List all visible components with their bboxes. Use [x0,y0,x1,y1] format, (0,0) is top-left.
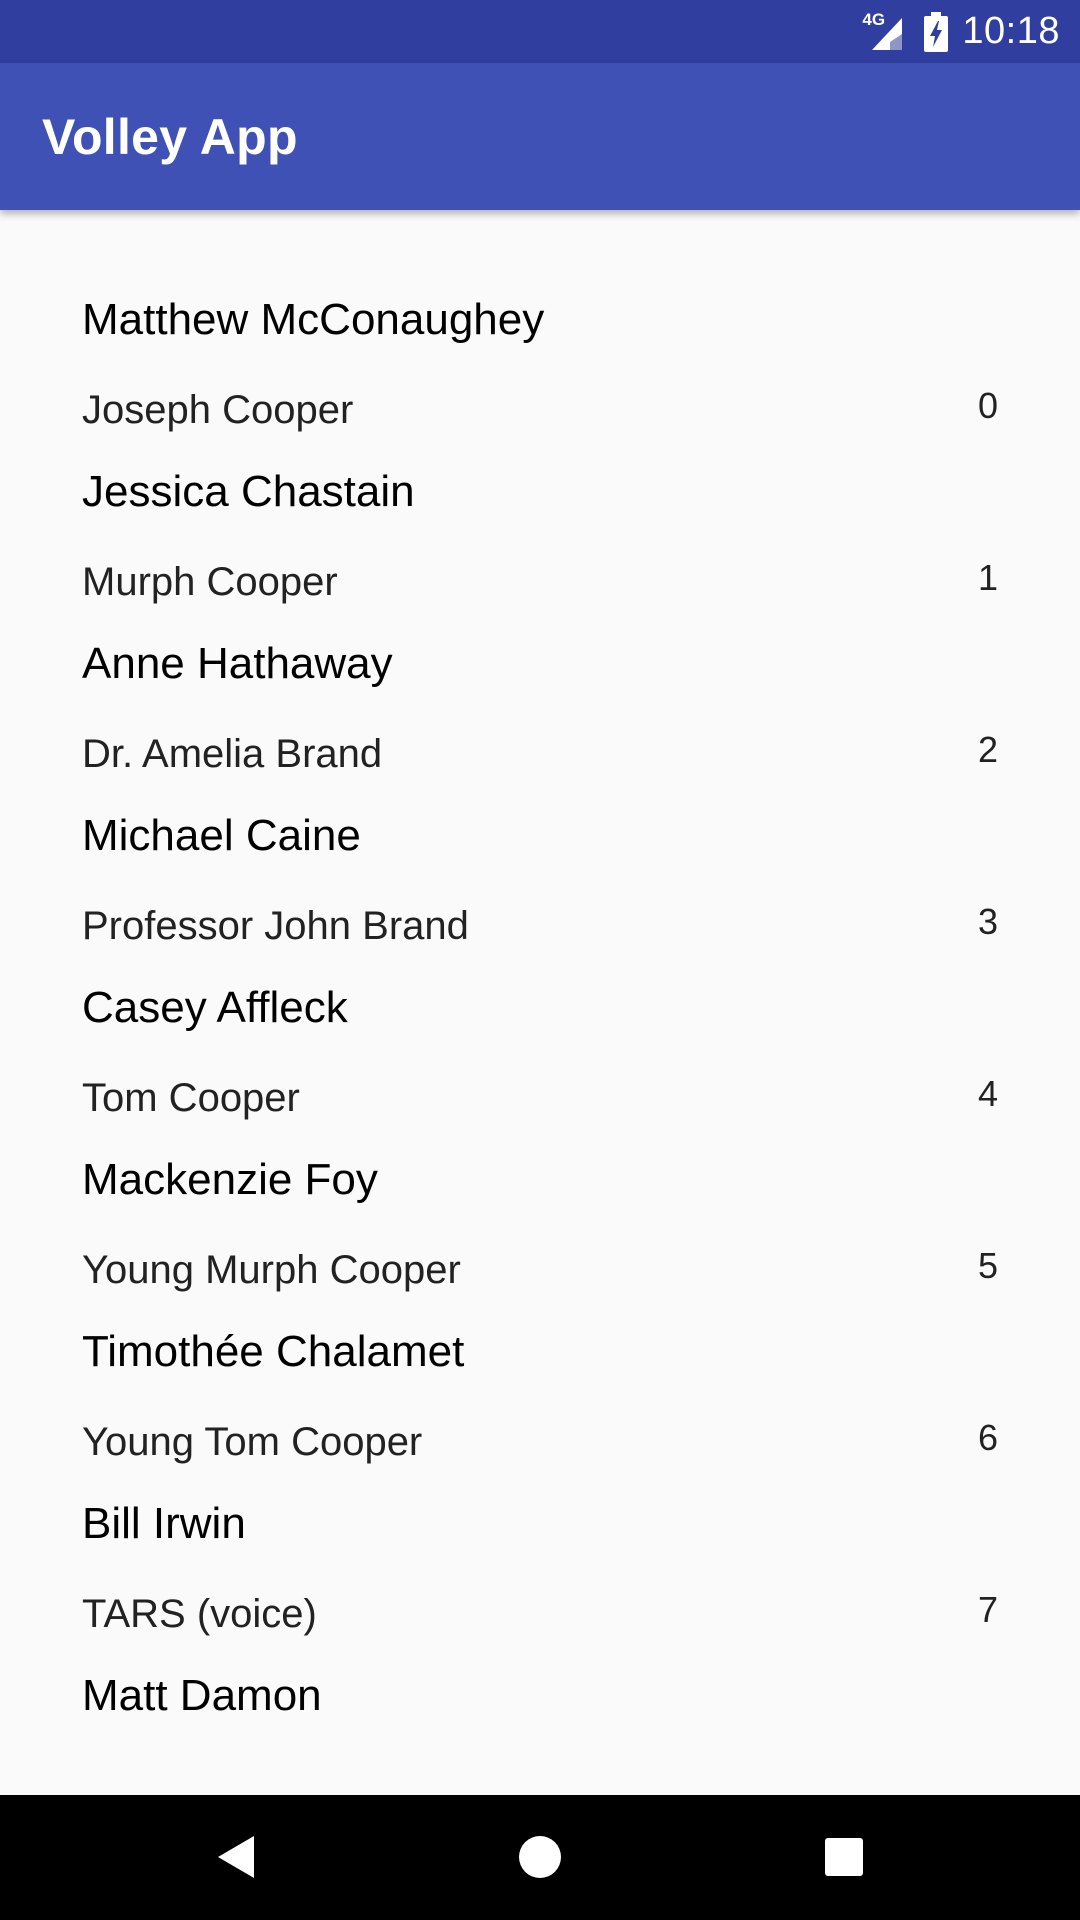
app-bar: Volley App [0,63,1080,210]
list-item[interactable]: Anne Hathaway Dr. Amelia Brand 2 [0,554,1080,776]
list-item[interactable]: Matt Damon [0,1586,1080,1758]
navigation-bar [0,1795,1080,1920]
home-icon[interactable] [510,1832,570,1882]
clock: 10:18 [962,10,1060,52]
list-item[interactable]: Timothée Chalamet Young Tom Cooper 6 [0,1242,1080,1464]
list-item[interactable]: Michael Caine Professor John Brand 3 [0,726,1080,948]
actor-name: Matthew McConaughey [82,295,545,344]
app-title: Volley App [42,109,298,165]
list-item[interactable]: Bill Irwin TARS (voice) 7 [0,1414,1080,1636]
actor-name: Matt Damon [82,1671,322,1720]
status-icons: 4G 10:18 [862,0,1060,63]
actor-name: Bill Irwin [82,1499,246,1548]
back-icon[interactable] [206,1832,266,1882]
actor-name: Casey Affleck [82,983,348,1032]
list-item[interactable]: Matthew McConaughey Joseph Cooper 0 [0,210,1080,432]
actor-name: Mackenzie Foy [82,1155,378,1204]
list-item[interactable]: Mackenzie Foy Young Murph Cooper 5 [0,1070,1080,1292]
recents-icon[interactable] [814,1832,874,1882]
status-bar: 4G 10:18 [0,0,1080,63]
actor-name: Timothée Chalamet [82,1327,465,1376]
network-type: 4G [862,9,886,29]
actor-name: Jessica Chastain [82,467,415,516]
battery-charging-icon [924,11,949,52]
actor-name: Anne Hathaway [82,639,393,688]
list-item[interactable]: Jessica Chastain Murph Cooper 1 [0,382,1080,604]
actor-name: Michael Caine [82,811,361,860]
list-item[interactable]: Casey Affleck Tom Cooper 4 [0,898,1080,1120]
signal-icon: 4G [862,9,910,52]
cast-list[interactable]: Matthew McConaughey Joseph Cooper 0 Jess… [0,210,1080,1795]
